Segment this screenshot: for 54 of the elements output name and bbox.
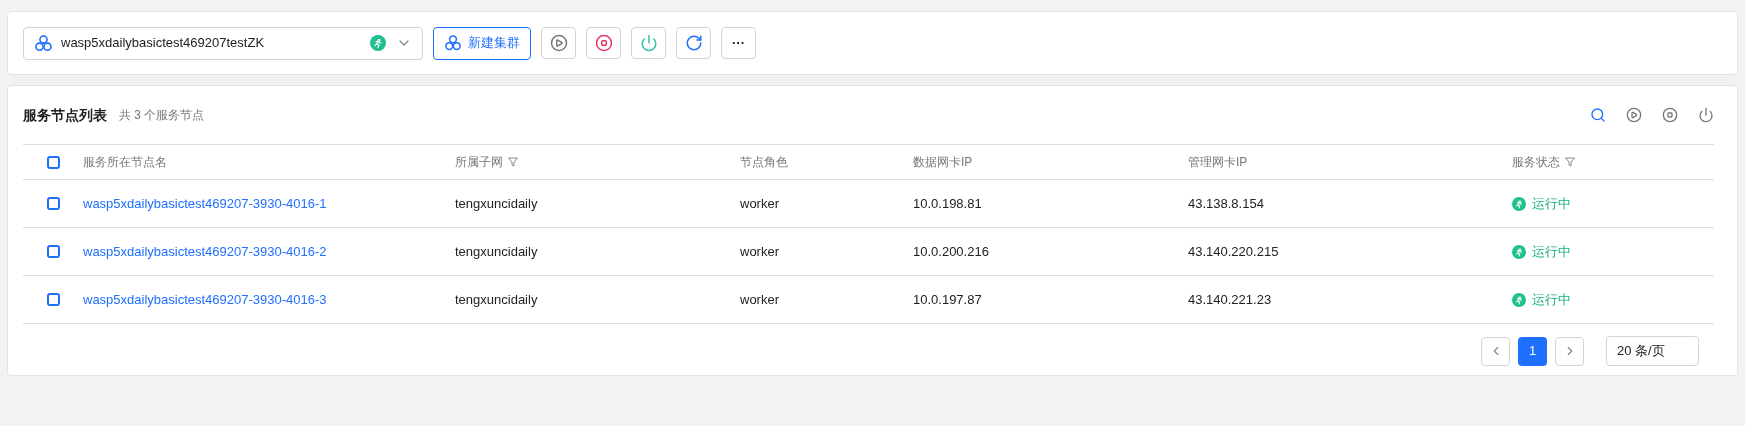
table-cell-text: tengxuncidaily [455,194,539,213]
column-header: 服务所在节点名 [83,154,167,171]
node-link[interactable]: wasp5xdailybasictest469207-3930-4016-1 [83,193,455,214]
column-header: 服务状态 [1512,154,1560,171]
node-link[interactable]: wasp5xdailybasictest469207-3930-4016-2 [83,241,455,262]
column-header: 数据网卡IP [913,154,973,171]
power-icon [639,34,658,52]
checkbox[interactable] [46,293,60,306]
table-cell-text: tengxuncidaily [455,290,539,309]
table-cell-text: worker [740,242,780,261]
table-cell-text: 10.0.198.81 [913,194,983,213]
table-cell-text: 43.138.8.154 [1188,194,1265,213]
stop-button[interactable] [586,27,621,59]
table-cell-text: worker [740,290,780,309]
table-cell-text: 10.0.197.87 [913,290,983,309]
play-icon [549,34,568,52]
page-button[interactable]: 1 [1518,336,1547,366]
running-icon [1512,292,1526,307]
table-cell-text: worker [740,194,780,213]
table-cell-text: 43.140.220.215 [1188,242,1280,261]
power-icon[interactable] [1698,107,1714,123]
status-text: 运行中 [1532,242,1571,261]
node-link[interactable]: wasp5xdailybasictest469207-3930-4016-3 [83,289,455,310]
play-icon[interactable] [1626,107,1642,123]
cluster-select[interactable]: wasp5xdailybasictest469207testZK [23,26,423,60]
checkbox[interactable] [46,197,60,210]
refresh-icon [684,34,703,52]
new-cluster-button[interactable]: 新建集群 [433,26,531,60]
cluster-icon [444,34,462,52]
checkbox[interactable] [46,245,60,258]
column-header: 节点角色 [740,154,788,171]
page-size-select[interactable]: 20 条/页 [1606,336,1699,366]
table-cell-text: tengxuncidaily [455,242,539,261]
filter-icon[interactable] [1564,156,1576,168]
filter-icon[interactable] [507,156,519,168]
refresh-button[interactable] [676,27,711,59]
start-button[interactable] [541,27,576,59]
table-cell-text: 43.140.221.23 [1188,290,1273,309]
running-icon [1512,244,1526,259]
stop-icon [594,34,613,52]
running-icon [1512,196,1526,211]
status-text: 运行中 [1532,290,1571,309]
checkbox[interactable] [46,155,60,169]
running-icon [370,35,386,51]
more-button[interactable]: ··· [721,27,756,59]
column-header: 管理网卡IP [1188,154,1248,171]
node-count: 共 3 个服务节点 [119,107,205,124]
cluster-icon [34,33,53,53]
panel-title: 服务节点列表 [23,105,107,125]
status-text: 运行中 [1532,194,1571,213]
column-header: 所属子网 [455,154,503,171]
table-cell-text: 10.0.200.216 [913,242,990,261]
search-icon[interactable] [1590,107,1606,123]
stop-icon[interactable] [1662,107,1678,123]
